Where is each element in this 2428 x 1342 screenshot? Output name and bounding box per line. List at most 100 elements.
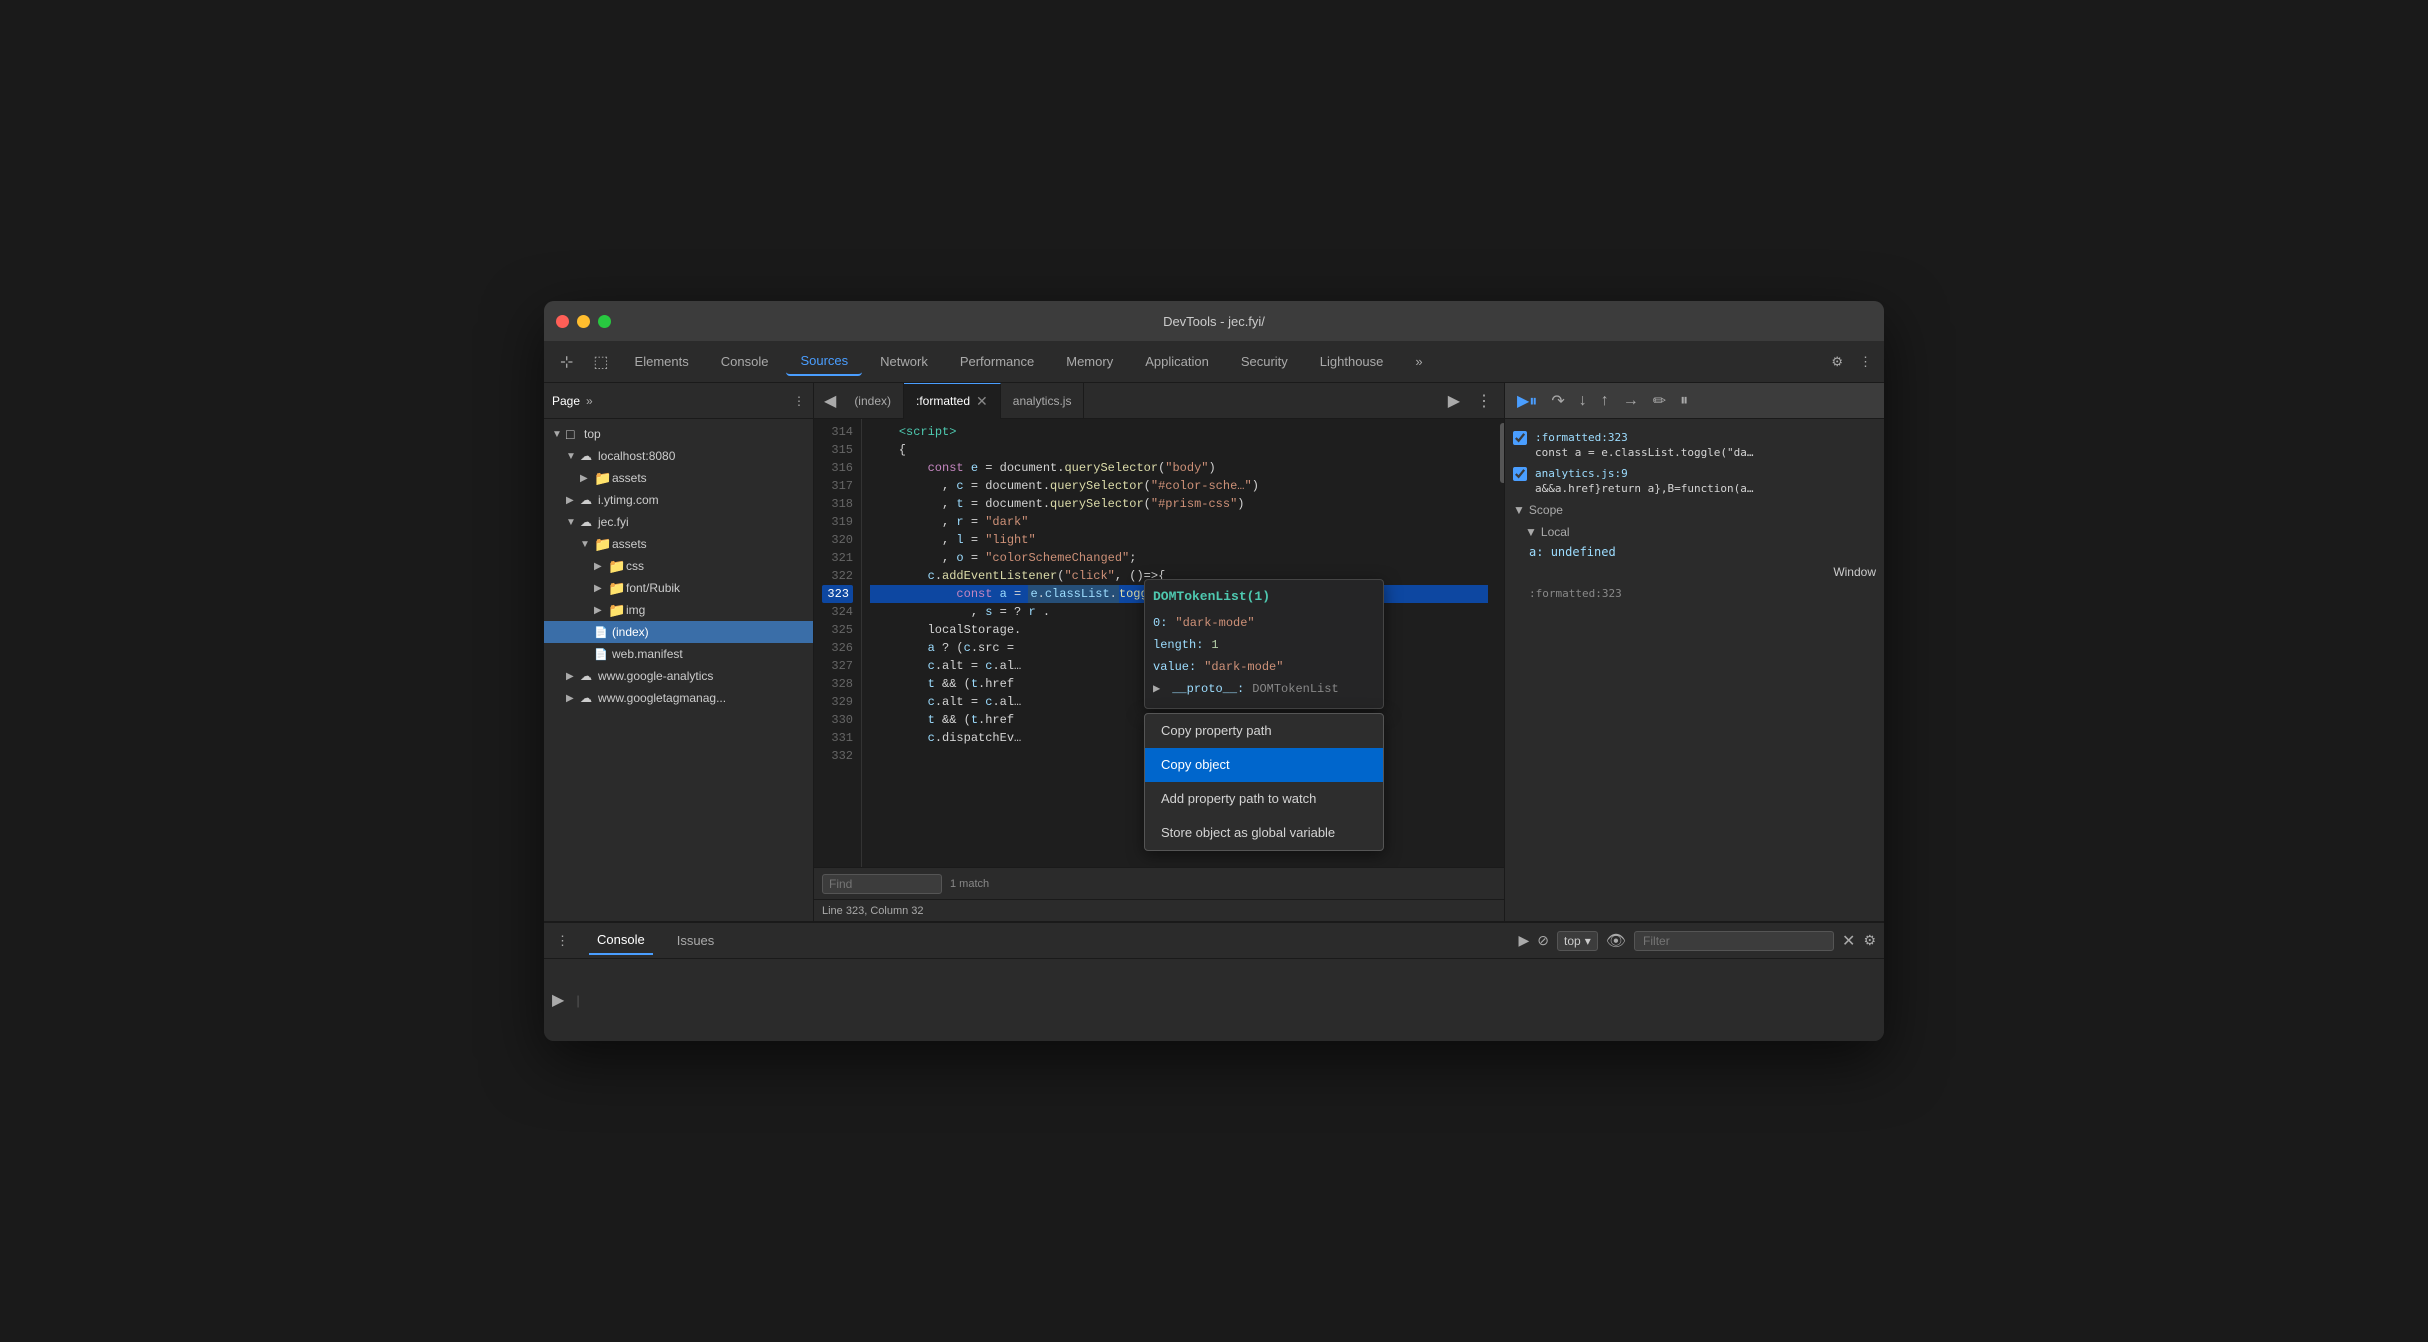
editor-nav-back[interactable]: ◀	[818, 387, 842, 415]
console-block-btn[interactable]: ⊘	[1537, 932, 1549, 949]
tree-label-font: font/Rubik	[626, 581, 809, 595]
editor-tab-formatted[interactable]: :formatted ✕	[904, 383, 1001, 419]
top-selector-label: top	[1564, 934, 1581, 948]
editor-tab-index-label: (index)	[854, 394, 891, 408]
tree-arrow-top[interactable]: ▼	[552, 429, 566, 440]
tree-item-css[interactable]: ▶ 📁 css	[544, 555, 813, 577]
console-play-btn[interactable]: ▶	[1518, 932, 1529, 949]
editor-nav-forward[interactable]: ▶	[1440, 391, 1468, 411]
tree-item-ytimg[interactable]: ▶ ☁ i.ytimg.com	[544, 489, 813, 511]
code-line-316: const e = document.querySelector("body")	[870, 459, 1488, 477]
tooltip-val-0: "dark-mode"	[1175, 614, 1254, 632]
settings-icon[interactable]: ⚙	[1827, 350, 1847, 374]
deactivate-btn[interactable]: ✏	[1649, 387, 1670, 415]
filter-input[interactable]	[1634, 931, 1834, 951]
tab-sources[interactable]: Sources	[786, 347, 862, 376]
scope-var-a: a: undefined	[1505, 543, 1884, 561]
console-tab-issues[interactable]: Issues	[669, 927, 723, 954]
tree-item-index[interactable]: 📄 (index)	[544, 621, 813, 643]
tree-arrow-localhost[interactable]: ▼	[566, 451, 580, 462]
tree-item-manifest[interactable]: 📄 web.manifest	[544, 643, 813, 665]
minimize-button[interactable]	[577, 315, 590, 328]
console-input[interactable]: |	[576, 993, 1876, 1008]
tree-item-font[interactable]: ▶ 📁 font/Rubik	[544, 577, 813, 599]
console-controls: ▶ ⊘ top ▾ 👁 ✕ ⚙	[1518, 931, 1876, 951]
sidebar-menu-icon[interactable]: ⋮	[793, 394, 805, 408]
tree-arrow-ga[interactable]: ▶	[566, 671, 580, 682]
sidebar-more-icon[interactable]: »	[586, 394, 593, 408]
ctx-copy-path[interactable]: Copy property path	[1145, 714, 1383, 748]
tree-arrow-jec[interactable]: ▼	[566, 517, 580, 528]
breakpoint-2-file: analytics.js:9	[1535, 467, 1876, 480]
tree-arrow-css[interactable]: ▶	[594, 561, 608, 572]
cloud-icon-gtm: ☁	[580, 691, 598, 705]
ctx-add-watch[interactable]: Add property path to watch	[1145, 782, 1383, 816]
sidebar-page-label: Page	[552, 394, 580, 408]
breakpoint-2-checkbox[interactable]	[1513, 467, 1527, 481]
top-selector[interactable]: top ▾	[1557, 931, 1598, 951]
window-keyword: Window	[1833, 565, 1876, 579]
folder-icon-assets-jec: 📁	[594, 536, 612, 553]
more-options-icon[interactable]: ⋮	[1855, 350, 1876, 374]
tree-arrow-ytimg[interactable]: ▶	[566, 495, 580, 506]
editor-more-icon[interactable]: ⋮	[1468, 391, 1500, 411]
main-content: Page » ⋮ ▼ □ top ▼ ☁ localhost:808	[544, 383, 1884, 921]
titlebar: DevTools - jec.fyi/	[544, 301, 1884, 341]
editor-tab-analytics[interactable]: analytics.js	[1001, 383, 1085, 419]
resume-btn[interactable]: ▶⏸	[1513, 387, 1541, 415]
tab-application[interactable]: Application	[1131, 348, 1223, 375]
step-over-btn[interactable]: ↷	[1547, 387, 1568, 415]
scrollbar-thumb[interactable]	[1500, 423, 1504, 483]
tree-item-img[interactable]: ▶ 📁 img	[544, 599, 813, 621]
ctx-copy-object[interactable]: Copy object	[1145, 748, 1383, 782]
tree-label-css: css	[626, 559, 809, 573]
debugger-panel: ▶⏸ ↷ ↓ ↑ → ✏ ⏸ :formatted:323 const a = …	[1504, 383, 1884, 921]
console-tab-console[interactable]: Console	[589, 926, 653, 955]
console-menu-icon[interactable]: ⋮	[552, 933, 573, 949]
breakpoint-1-checkbox[interactable]	[1513, 431, 1527, 445]
ctx-store-global[interactable]: Store object as global variable	[1145, 816, 1383, 850]
step-out-btn[interactable]: ↑	[1597, 388, 1613, 414]
code-editor[interactable]: <script> { const e = document.querySelec…	[862, 419, 1496, 867]
tree-item-assets-jec[interactable]: ▼ 📁 assets	[544, 533, 813, 555]
device-icon[interactable]: ⬚	[585, 348, 616, 376]
tab-console[interactable]: Console	[707, 348, 783, 375]
tab-performance[interactable]: Performance	[946, 348, 1048, 375]
scope-section-header[interactable]: ▼ Scope	[1505, 499, 1884, 521]
proto-expand-icon[interactable]: ▶	[1153, 680, 1160, 698]
tree-arrow-assets-localhost[interactable]: ▶	[580, 473, 594, 484]
tree-item-google-analytics[interactable]: ▶ ☁ www.google-analytics	[544, 665, 813, 687]
tree-item-jec[interactable]: ▼ ☁ jec.fyi	[544, 511, 813, 533]
step-btn[interactable]: →	[1619, 388, 1643, 414]
tab-network[interactable]: Network	[866, 348, 942, 375]
inspect-icon[interactable]: ⊹	[552, 348, 581, 376]
close-button[interactable]	[556, 315, 569, 328]
tree-item-top[interactable]: ▼ □ top	[544, 423, 813, 445]
step-into-btn[interactable]: ↓	[1575, 388, 1591, 414]
tab-elements[interactable]: Elements	[621, 348, 703, 375]
console-close-icon[interactable]: ✕	[1842, 931, 1855, 951]
tab-lighthouse[interactable]: Lighthouse	[1306, 348, 1398, 375]
eye-icon[interactable]: 👁	[1606, 931, 1626, 951]
more-tabs-icon[interactable]: »	[1401, 348, 1436, 375]
breakpoint-2: analytics.js:9 a&&a.href}return a},B=fun…	[1505, 463, 1884, 499]
tooltip-key-value: value:	[1153, 658, 1196, 676]
tree-item-localhost[interactable]: ▼ ☁ localhost:8080	[544, 445, 813, 467]
editor-tab-close-icon[interactable]: ✕	[976, 393, 988, 410]
console-settings-icon[interactable]: ⚙	[1863, 932, 1876, 949]
local-scope-header[interactable]: ▼ Local	[1505, 521, 1884, 543]
editor-tab-index[interactable]: (index)	[842, 383, 904, 419]
tree-label-jec: jec.fyi	[598, 515, 809, 529]
code-scrollbar[interactable]	[1496, 419, 1504, 867]
search-input[interactable]	[822, 874, 942, 894]
tab-security[interactable]: Security	[1227, 348, 1302, 375]
pause-exceptions-btn[interactable]: ⏸	[1676, 388, 1692, 414]
tree-arrow-assets-jec[interactable]: ▼	[580, 539, 594, 550]
tree-item-assets-localhost[interactable]: ▶ 📁 assets	[544, 467, 813, 489]
tree-arrow-img[interactable]: ▶	[594, 605, 608, 616]
tab-memory[interactable]: Memory	[1052, 348, 1127, 375]
fullscreen-button[interactable]	[598, 315, 611, 328]
tree-arrow-font[interactable]: ▶	[594, 583, 608, 594]
tree-item-gtm[interactable]: ▶ ☁ www.googletagmanag...	[544, 687, 813, 709]
tree-arrow-gtm[interactable]: ▶	[566, 693, 580, 704]
